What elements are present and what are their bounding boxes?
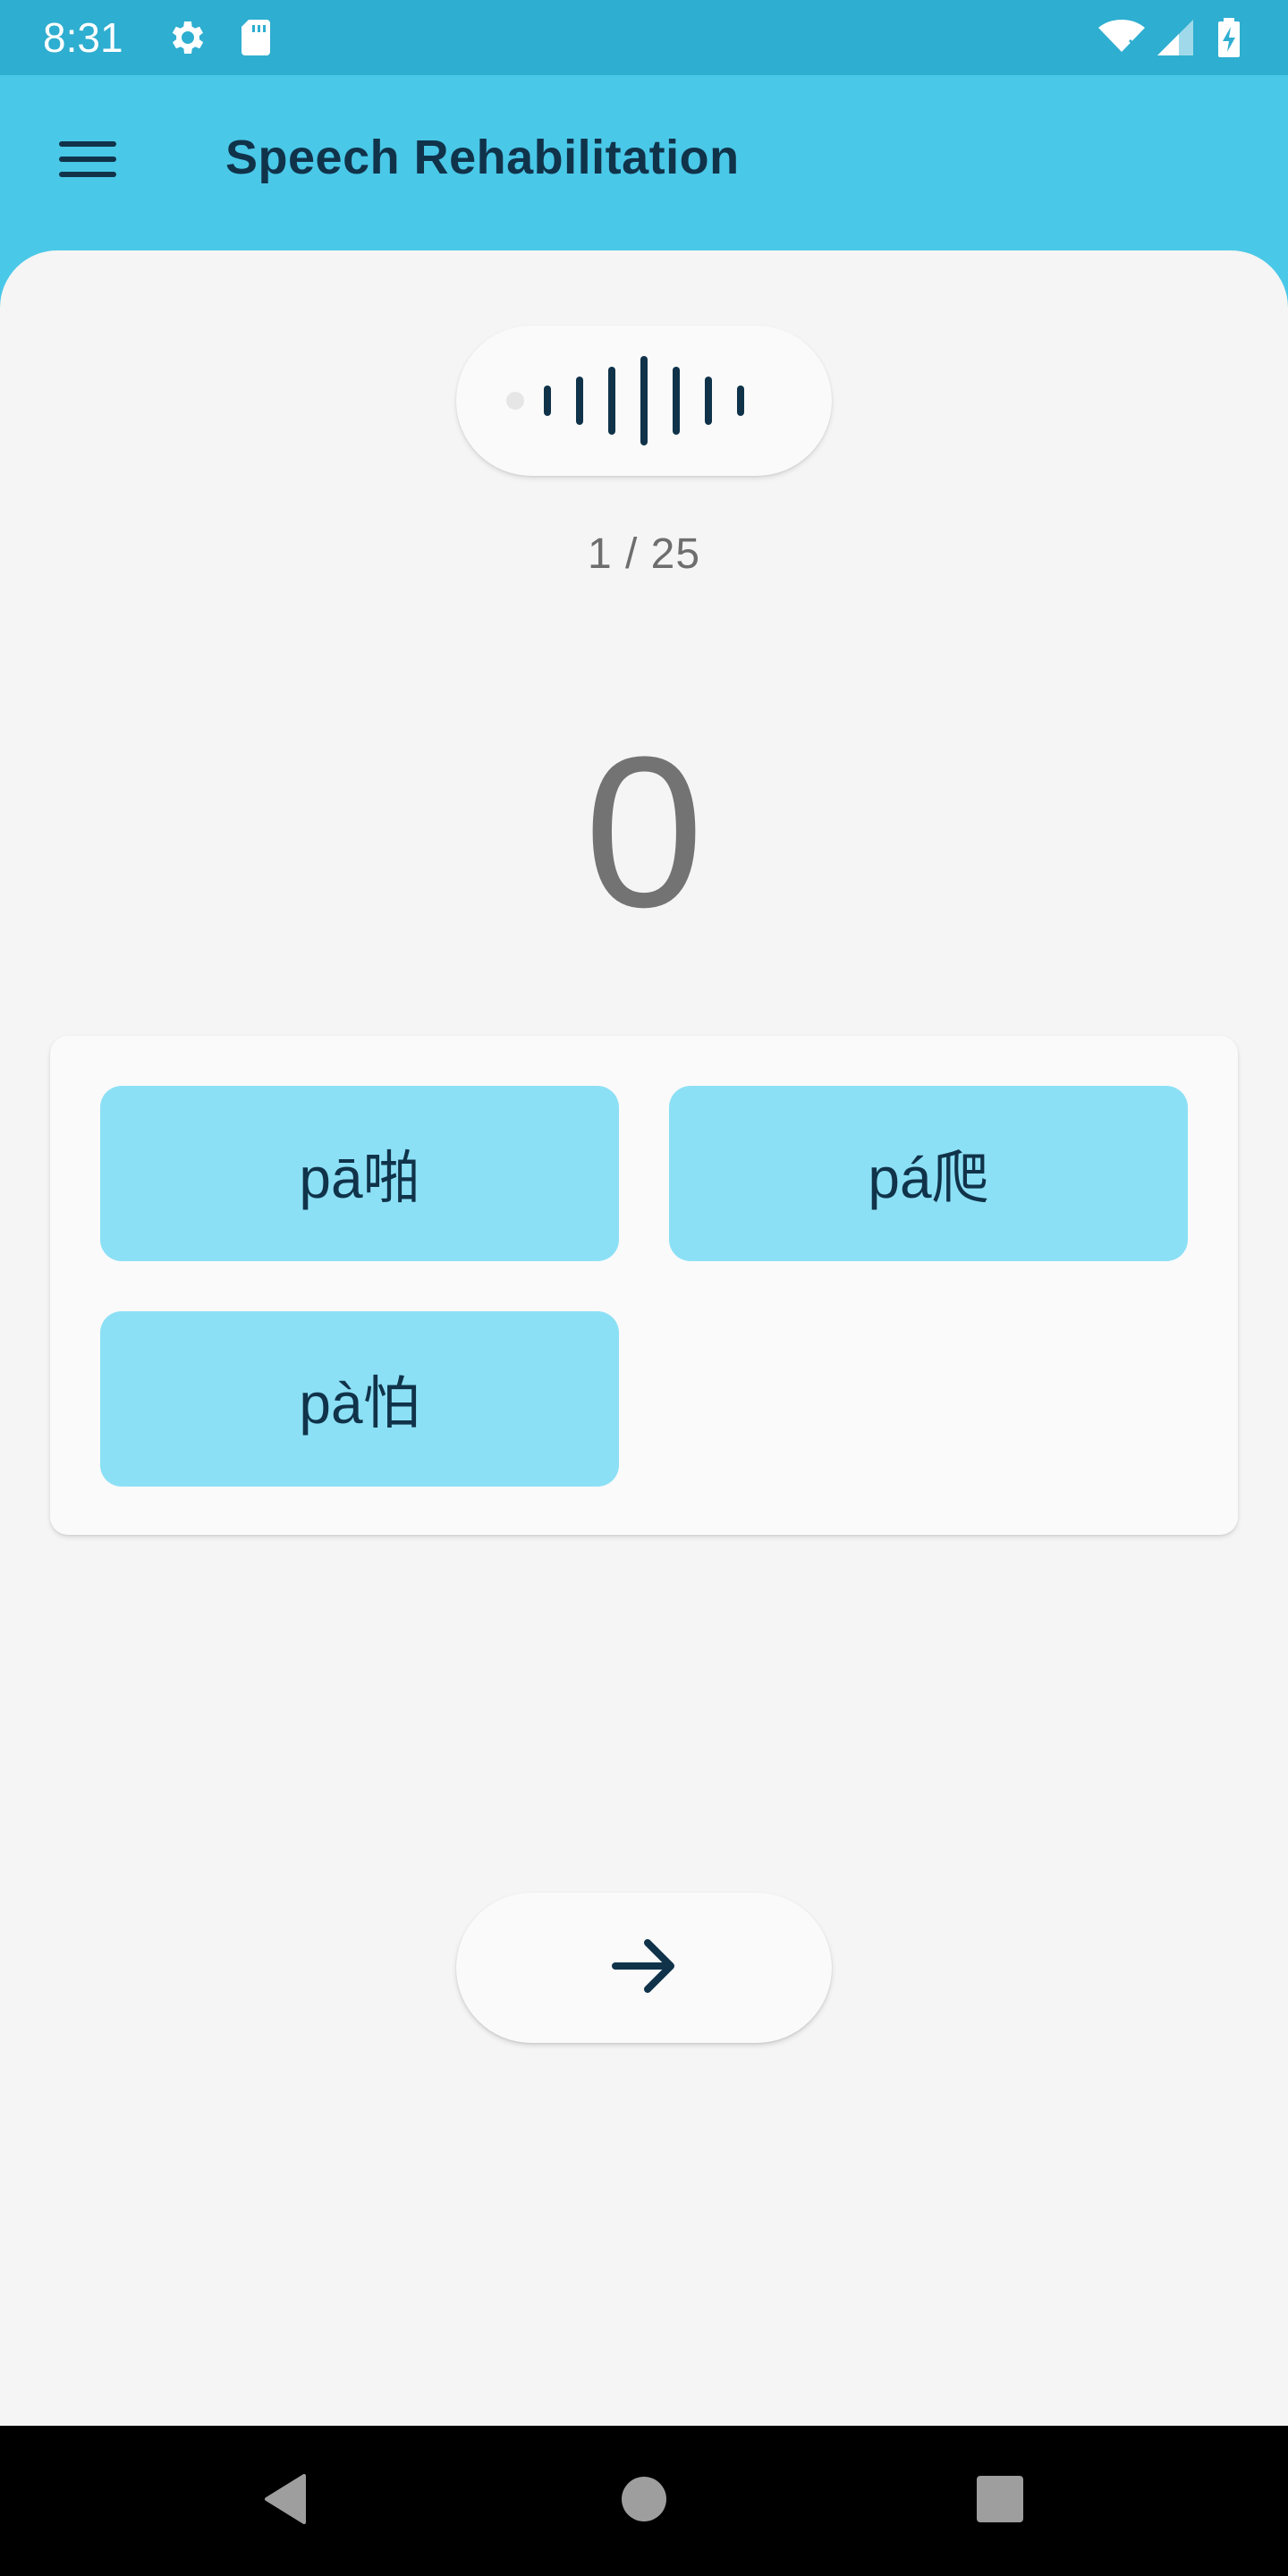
option-button-pa4[interactable]: pà怕 xyxy=(100,1311,619,1487)
back-icon xyxy=(256,2470,313,2532)
recents-button[interactable] xyxy=(955,2456,1045,2546)
question-progress: 1 / 25 xyxy=(587,530,701,578)
option-button-pa2[interactable]: pá爬 xyxy=(669,1086,1188,1261)
app-bar: Speech Rehabilitation xyxy=(0,75,1288,250)
sd-card-icon xyxy=(234,16,277,64)
status-time: 8:31 xyxy=(43,14,123,61)
wifi-icon xyxy=(1097,16,1147,64)
arrow-right-icon xyxy=(608,1930,680,2006)
next-button[interactable] xyxy=(456,1893,832,2043)
recents-icon xyxy=(975,2474,1025,2529)
content-sheet: 1 / 25 0 pā啪 pá爬 pà怕 xyxy=(0,250,1288,2426)
play-audio-button[interactable] xyxy=(456,326,832,476)
battery-charging-icon xyxy=(1211,16,1247,64)
settings-icon xyxy=(166,16,209,64)
navigation-bar xyxy=(0,2426,1288,2576)
back-button[interactable] xyxy=(240,2456,329,2546)
audio-waveform-icon xyxy=(456,356,832,479)
screen: 8:31 Speech Rehabilitation 1 / 25 0 pā啪 … xyxy=(0,0,1288,2576)
status-bar: 8:31 xyxy=(0,0,1288,75)
menu-button[interactable] xyxy=(45,118,131,204)
home-button[interactable] xyxy=(599,2456,689,2546)
app-title: Speech Rehabilitation xyxy=(225,131,740,184)
options-card: pā啪 pá爬 pà怕 xyxy=(50,1036,1238,1535)
cell-signal-icon xyxy=(1154,16,1197,64)
menu-icon xyxy=(59,138,116,185)
home-icon xyxy=(619,2474,669,2529)
option-button-pa1[interactable]: pā啪 xyxy=(100,1086,619,1261)
score-value: 0 xyxy=(584,712,704,952)
